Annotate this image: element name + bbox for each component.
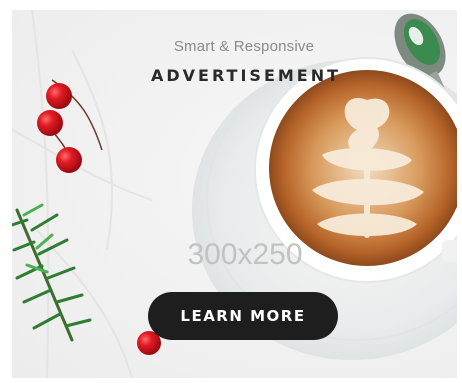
ad-size-label: 300x250 bbox=[187, 238, 303, 271]
ad-banner[interactable]: Smart & Responsive ADVERTISEMENT 300x250… bbox=[0, 0, 462, 383]
ad-canvas: Smart & Responsive ADVERTISEMENT 300x250… bbox=[12, 10, 457, 378]
learn-more-button[interactable]: LEARN MORE bbox=[148, 292, 338, 340]
ad-headline: ADVERTISEMENT bbox=[150, 66, 342, 85]
ad-subheadline: Smart & Responsive bbox=[173, 38, 315, 55]
pine-branch-image bbox=[12, 203, 92, 342]
